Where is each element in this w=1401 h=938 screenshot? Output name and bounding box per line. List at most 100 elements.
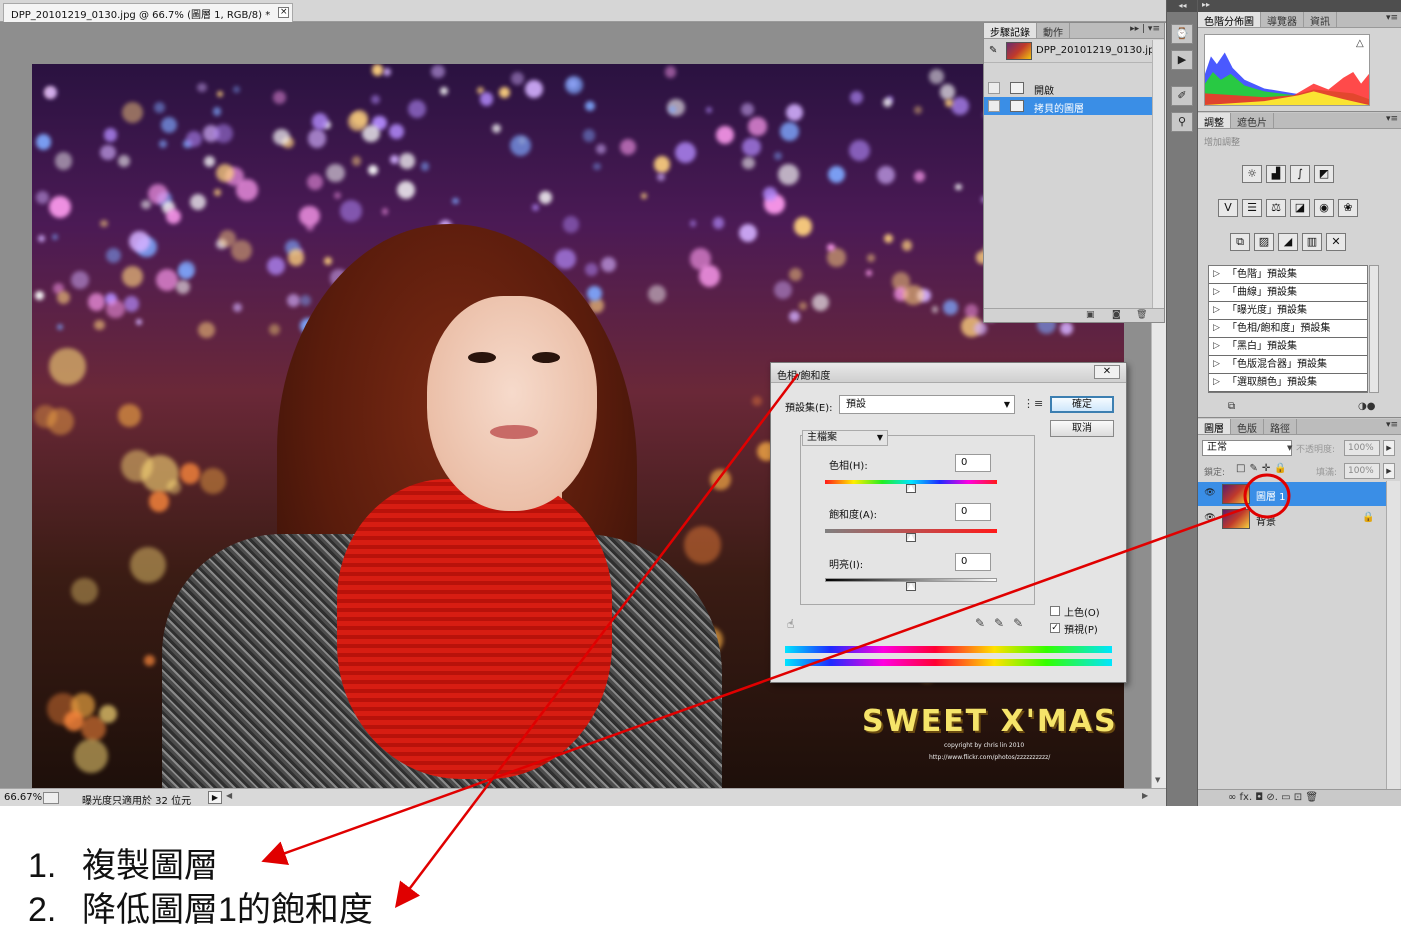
layers-scrollbar[interactable] (1386, 481, 1400, 791)
clip-to-layer-icon[interactable]: ⧉ (1228, 401, 1235, 412)
curves-icon[interactable]: ∫ (1290, 165, 1310, 183)
scroll-right-icon[interactable]: ▶ (1142, 791, 1148, 800)
tab-actions[interactable]: 動作 (1037, 23, 1070, 39)
invert-icon[interactable]: ⧉ (1230, 233, 1250, 251)
expand-icon[interactable]: ▷ (1213, 284, 1220, 301)
preset-list-scrollbar[interactable] (1369, 265, 1379, 393)
threshold-icon[interactable]: ◢ (1278, 233, 1298, 251)
photo-filter-icon[interactable]: ◉ (1314, 199, 1334, 217)
hue-saturation-icon[interactable]: ☰ (1242, 199, 1262, 217)
preset-item-channel-mixer[interactable]: ▷ 「色版混合器」預設集 (1209, 356, 1367, 374)
channel-select[interactable]: 主檔案 ▼ (802, 430, 888, 446)
preset-select[interactable]: 預設 ▼ (839, 395, 1015, 414)
collapse-icon[interactable]: ▸▸ (1198, 0, 1401, 12)
layer-row-layer-1[interactable]: 👁 圖層 1 (1198, 482, 1386, 506)
history-snapshot[interactable]: ✎ DPP_20101219_0130.jpg (984, 39, 1164, 63)
lightness-slider-thumb[interactable] (906, 582, 916, 591)
levels-icon[interactable]: ▟ (1266, 165, 1286, 183)
blend-mode-select[interactable]: 正常 ▼ (1202, 440, 1292, 456)
layer-name[interactable]: 背景 (1256, 513, 1276, 528)
tab-info[interactable]: 資訊 (1304, 12, 1337, 28)
lightness-slider[interactable] (825, 578, 997, 582)
scroll-left-icon[interactable]: ◀ (226, 791, 232, 800)
zoom-level[interactable]: 66.67% (4, 792, 42, 803)
fill-slider-button[interactable]: ▶ (1383, 463, 1395, 479)
history-source-checkbox[interactable] (988, 82, 1000, 94)
scroll-down-icon[interactable]: ▼ (1155, 776, 1160, 784)
color-balance-icon[interactable]: ⚖ (1266, 199, 1286, 217)
tab-histogram[interactable]: 色階分佈圖 (1198, 12, 1261, 28)
dialog-titlebar[interactable]: 色相/飽和度 ✕ (771, 363, 1126, 383)
saturation-slider[interactable] (825, 529, 997, 533)
preset-item-exposure[interactable]: ▷ 「曝光度」預設集 (1209, 302, 1367, 320)
black-white-icon[interactable]: ◪ (1290, 199, 1310, 217)
tab-navigator[interactable]: 導覽器 (1261, 12, 1304, 28)
visibility-toggle-icon[interactable]: ◑● (1358, 401, 1375, 412)
tab-masks[interactable]: 遮色片 (1231, 113, 1274, 129)
history-item-open[interactable]: 開啟 (984, 79, 1164, 97)
eye-icon[interactable]: 👁 (1203, 513, 1217, 525)
selective-color-icon[interactable]: ✕ (1326, 233, 1346, 251)
fill-input[interactable]: 100% (1344, 463, 1380, 479)
expand-icon[interactable]: ▷ (1213, 374, 1220, 391)
status-menu-button[interactable]: ▶ (208, 791, 222, 804)
posterize-icon[interactable]: ▨ (1254, 233, 1274, 251)
opacity-slider-button[interactable]: ▶ (1383, 440, 1395, 456)
eye-icon[interactable]: 👁 (1203, 488, 1217, 500)
gradient-map-icon[interactable]: ▥ (1302, 233, 1322, 251)
layer-footer-icons[interactable]: ∞ fx. ◘ ⊘. ▭ ⊡ 🗑 (1228, 792, 1318, 803)
opacity-input[interactable]: 100% (1344, 440, 1380, 456)
preset-item-levels[interactable]: ▷ 「色階」預設集 (1209, 266, 1367, 284)
expand-icon[interactable]: ▷ (1213, 338, 1220, 355)
saturation-input[interactable]: 0 (955, 503, 991, 521)
expand-icon[interactable]: ▷ (1213, 320, 1220, 337)
hue-slider[interactable] (825, 480, 997, 484)
panel-menu-icon[interactable]: ▾≡ (1386, 13, 1398, 23)
expand-icon[interactable]: ▷ (1213, 356, 1220, 373)
preset-item-curves[interactable]: ▷ 「曲線」預設集 (1209, 284, 1367, 302)
preset-item-hue-saturation[interactable]: ▷ 「色相/飽和度」預設集 (1209, 320, 1367, 338)
target-adjustment-tool-icon[interactable]: ☝ (787, 617, 794, 631)
ok-button[interactable]: 確定 (1050, 396, 1114, 413)
preset-options-icon[interactable]: ⋮≡ (1023, 397, 1043, 410)
tab-channels[interactable]: 色版 (1231, 419, 1264, 435)
brightness-contrast-icon[interactable]: ☼ (1242, 165, 1262, 183)
tab-layers[interactable]: 圖層 (1198, 419, 1231, 435)
cancel-button[interactable]: 取消 (1050, 420, 1114, 437)
trash-icon[interactable]: 🗑 (1136, 310, 1147, 320)
collapse-icon[interactable]: ◂◂ (1167, 0, 1198, 12)
expand-icon[interactable]: ▷ (1213, 266, 1220, 283)
hue-slider-thumb[interactable] (906, 484, 916, 493)
history-item-duplicate-layer[interactable]: 拷貝的圖層 (984, 97, 1164, 115)
camera-icon[interactable]: ◙ (1112, 310, 1121, 320)
layer-name[interactable]: 圖層 1 (1256, 488, 1286, 503)
brush-source-icon[interactable]: ✎ (989, 45, 997, 56)
hue-input[interactable]: 0 (955, 454, 991, 472)
brush-panel-icon[interactable]: ✐ (1171, 86, 1193, 106)
panel-menu-icon[interactable]: ▸▸ | ▾≡ (1130, 24, 1160, 34)
exposure-icon[interactable]: ◩ (1314, 165, 1334, 183)
close-icon[interactable]: ✕ (1094, 365, 1120, 379)
expand-icon[interactable]: ▷ (1213, 302, 1220, 319)
history-panel-icon[interactable]: ⌚ (1171, 24, 1193, 44)
cache-warning-icon[interactable]: △ (1356, 38, 1364, 49)
saturation-slider-thumb[interactable] (906, 533, 916, 542)
lock-options-icon[interactable]: □✎✛🔒 (1236, 463, 1291, 474)
actions-panel-icon[interactable]: ▶ (1171, 50, 1193, 70)
eyedropper-icons[interactable]: ✎✎✎ (975, 616, 1032, 630)
history-source-checkbox[interactable] (988, 100, 1000, 112)
preset-item-selective-color[interactable]: ▷ 「選取顏色」預設集 (1209, 374, 1367, 392)
panel-menu-icon[interactable]: ▾≡ (1386, 420, 1398, 430)
panel-menu-icon[interactable]: ▾≡ (1386, 114, 1398, 124)
tab-adjustments[interactable]: 調整 (1198, 113, 1231, 129)
vibrance-icon[interactable]: V (1218, 199, 1238, 217)
layer-row-background[interactable]: 👁 背景 🔒 (1198, 507, 1386, 531)
channel-mixer-icon[interactable]: ❀ (1338, 199, 1358, 217)
preview-checkbox[interactable]: ✓ (1050, 623, 1060, 633)
clone-source-icon[interactable]: ⚲ (1171, 112, 1193, 132)
lightness-input[interactable]: 0 (955, 553, 991, 571)
history-scrollbar[interactable] (1152, 40, 1164, 310)
close-icon[interactable]: × (278, 7, 290, 18)
colorize-checkbox[interactable] (1050, 606, 1060, 616)
preset-item-black-white[interactable]: ▷ 「黑白」預設集 (1209, 338, 1367, 356)
